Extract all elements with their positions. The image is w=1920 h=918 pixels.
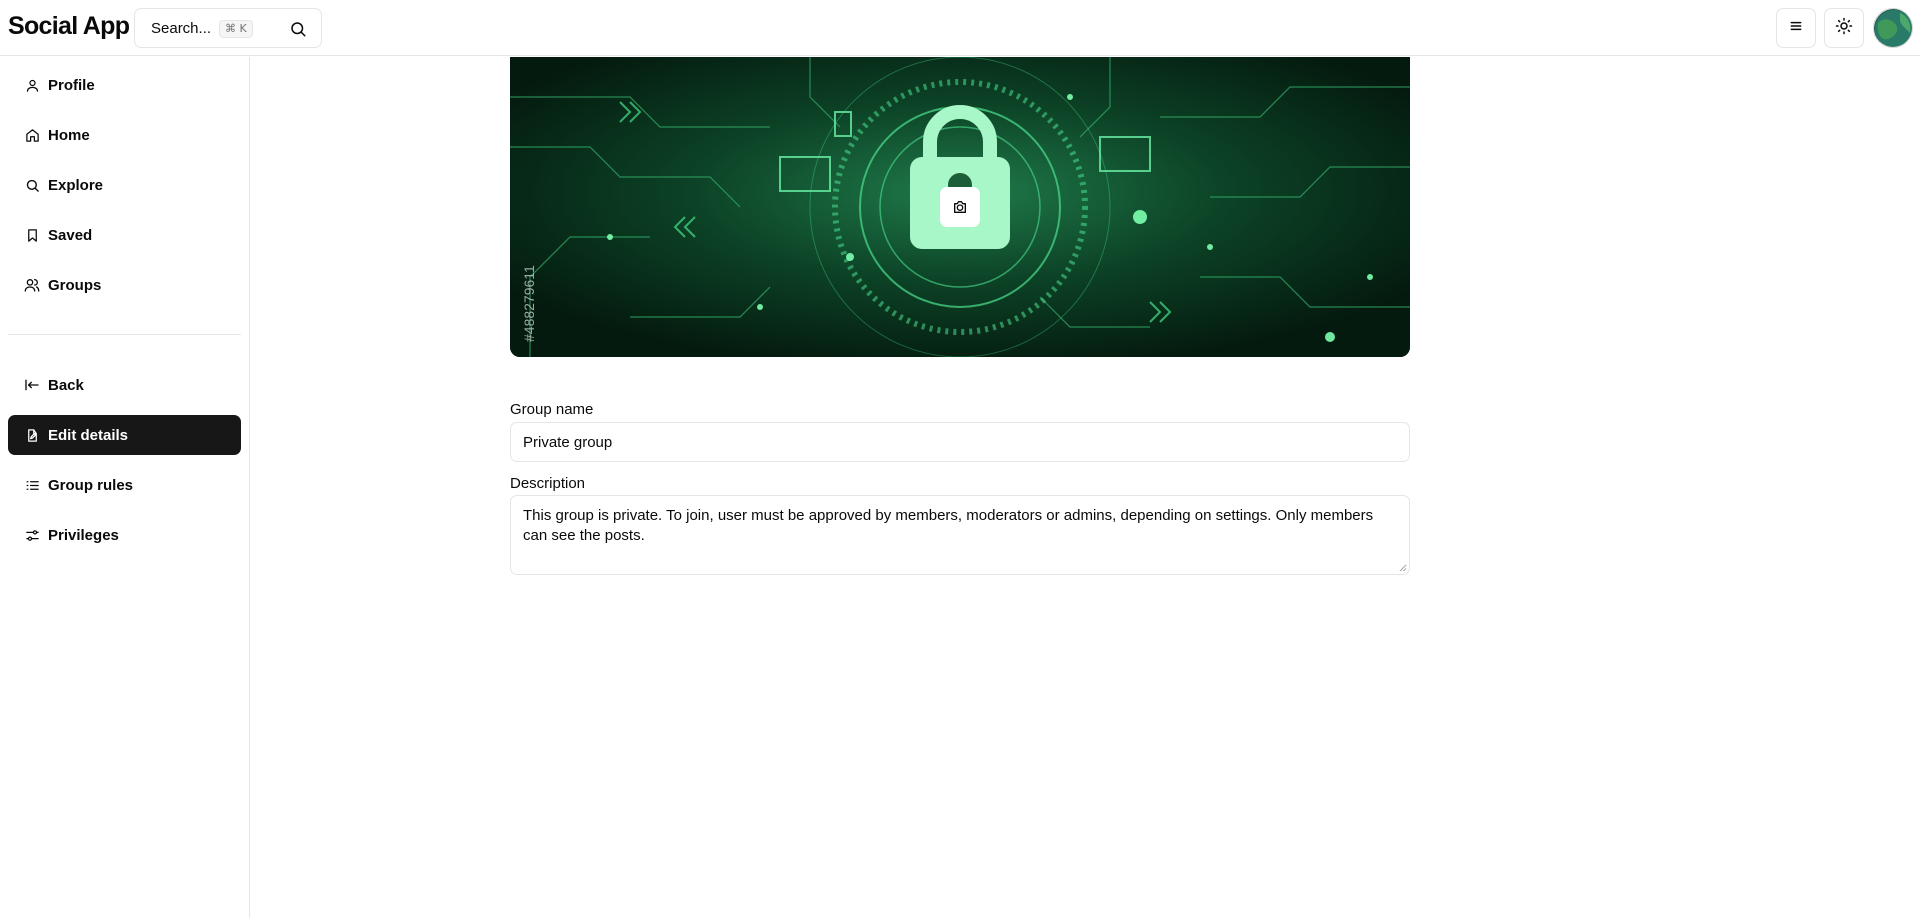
sidebar-item-privileges[interactable]: Privileges (8, 515, 241, 555)
camera-icon (952, 199, 968, 215)
avatar[interactable] (1873, 8, 1913, 48)
group-banner-image[interactable]: #488279611 (510, 57, 1410, 357)
users-icon (24, 277, 40, 293)
sidebar-item-profile[interactable]: Profile (8, 65, 241, 105)
sidebar-item-label: Profile (48, 76, 95, 94)
group-name-label: Group name (510, 401, 594, 418)
resize-handle-icon[interactable] (1399, 564, 1407, 572)
app-title[interactable]: Social App (8, 12, 130, 41)
description-textarea[interactable]: This group is private. To join, user mus… (510, 495, 1410, 575)
sidebar-item-saved[interactable]: Saved (8, 215, 241, 255)
search-placeholder: Search... (151, 20, 212, 37)
sidebar-item-label: Edit details (48, 426, 129, 444)
sidebar-item-label: Group rules (48, 476, 134, 494)
sidebar-item-label: Privileges (48, 526, 119, 544)
sidebar-item-label: Back (48, 376, 84, 394)
search-box[interactable]: Search... ⌘ K (134, 8, 322, 48)
bookmark-icon (24, 227, 40, 243)
group-name-input[interactable] (510, 422, 1410, 462)
home-icon (24, 127, 40, 143)
menu-button[interactable] (1776, 8, 1816, 48)
menu-icon (1788, 18, 1804, 39)
settings-sliders-icon (24, 527, 40, 543)
sun-icon (1835, 17, 1853, 40)
banner-watermark: #488279611 (521, 265, 537, 342)
sidebar: Profile Home Explore Saved Groups Back E… (0, 57, 250, 918)
sidebar-item-groups[interactable]: Groups (8, 265, 241, 305)
sidebar-item-group-rules[interactable]: Group rules (8, 465, 241, 505)
sidebar-divider (8, 334, 241, 335)
edit-file-icon (24, 427, 40, 443)
top-header: Social App Search... ⌘ K (0, 0, 1920, 56)
change-banner-button[interactable] (940, 187, 980, 227)
list-icon (24, 477, 40, 493)
search-icon (289, 20, 307, 38)
sidebar-item-home[interactable]: Home (8, 115, 241, 155)
search-icon (24, 177, 40, 193)
sidebar-item-label: Explore (48, 176, 104, 194)
sidebar-item-explore[interactable]: Explore (8, 165, 241, 205)
sidebar-item-label: Home (48, 126, 90, 144)
theme-toggle-button[interactable] (1824, 8, 1864, 48)
arrow-left-to-line-icon (24, 377, 40, 393)
sidebar-item-back[interactable]: Back (8, 365, 241, 405)
description-label: Description (510, 475, 586, 492)
search-shortcut-badge: ⌘ K (219, 20, 253, 38)
sidebar-item-label: Groups (48, 276, 102, 294)
sidebar-item-label: Saved (48, 226, 93, 244)
user-icon (24, 77, 40, 93)
sidebar-item-edit-details[interactable]: Edit details (8, 415, 241, 455)
